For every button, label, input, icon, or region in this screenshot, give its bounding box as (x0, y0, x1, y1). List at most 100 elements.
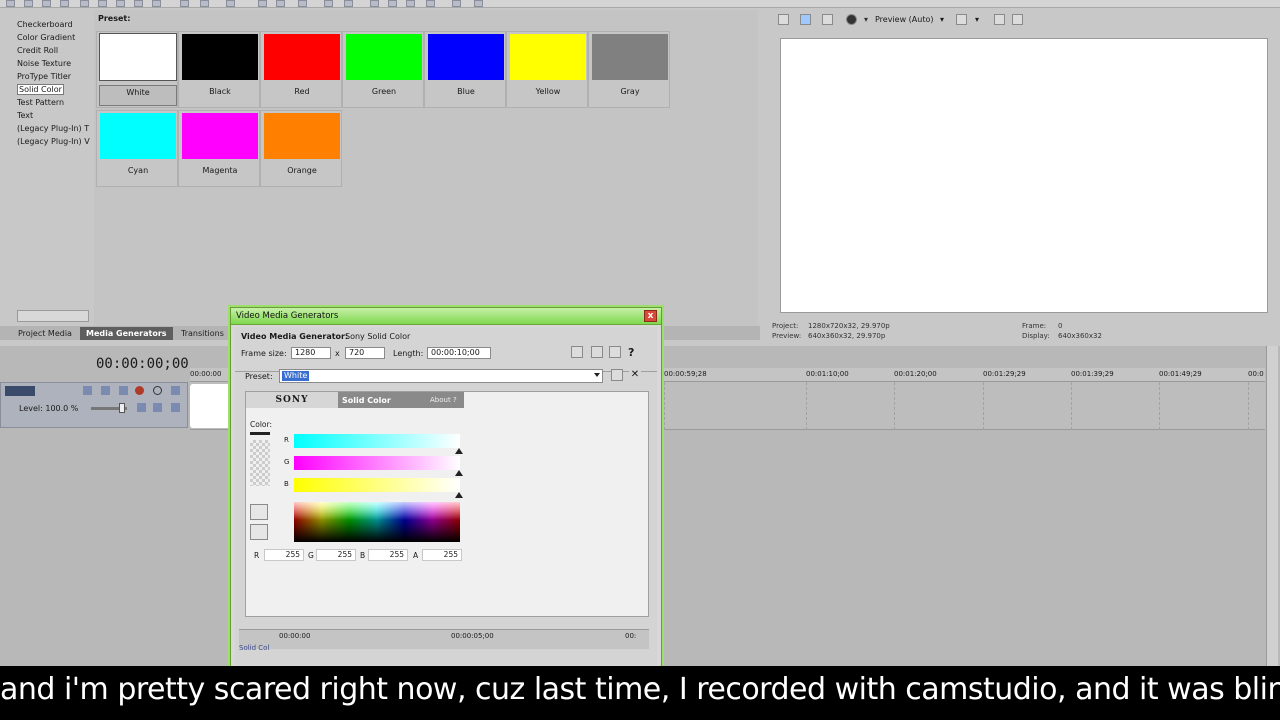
preset-swatch[interactable]: Orange (260, 110, 342, 187)
cut-icon[interactable] (98, 0, 107, 7)
blue-channel-slider[interactable] (294, 478, 460, 492)
mute-icon[interactable] (153, 386, 162, 395)
tree-item[interactable]: Checkerboard (17, 19, 91, 31)
about-button[interactable]: About ? (430, 396, 457, 404)
make-compositing-parent-icon[interactable] (171, 403, 180, 412)
solid-color-clip[interactable] (190, 384, 230, 428)
color-picker-icon[interactable] (250, 504, 268, 520)
project-settings-icon[interactable] (778, 14, 789, 25)
dialog-titlebar[interactable]: Video Media Generators x (231, 308, 661, 325)
tree-item[interactable]: Text (17, 110, 91, 122)
whats-this-icon[interactable] (474, 0, 483, 7)
tab-project-media[interactable]: Project Media (12, 327, 78, 340)
tree-item[interactable]: Noise Texture (17, 58, 91, 70)
preset-swatch[interactable]: Gray (588, 31, 670, 108)
ruler-time-label: 00:01:39;29 (1071, 370, 1114, 378)
paste-icon[interactable] (134, 0, 143, 7)
chevron-down-icon[interactable]: ▾ (864, 15, 868, 24)
tree-horizontal-scrollbar[interactable] (17, 310, 89, 322)
preset-swatch[interactable]: Black (178, 31, 260, 108)
timeline-vertical-scrollbar[interactable] (1266, 346, 1278, 666)
red-slider-thumb[interactable] (455, 448, 463, 454)
copy-icon[interactable] (116, 0, 125, 7)
green-slider-thumb[interactable] (455, 470, 463, 476)
preset-swatch[interactable]: Yellow (506, 31, 588, 108)
envelope-icon[interactable] (276, 0, 285, 7)
preset-swatch[interactable]: Cyan (96, 110, 178, 187)
ripple-icon[interactable] (344, 0, 353, 7)
g-value-input[interactable]: 255 (316, 549, 356, 561)
open-icon[interactable] (24, 0, 33, 7)
chevron-down-icon[interactable] (594, 373, 600, 377)
frame-height-input[interactable]: 720 (345, 347, 385, 359)
save-preset-icon[interactable] (611, 369, 623, 381)
a-value-input[interactable]: 255 (422, 549, 462, 561)
properties-icon[interactable] (591, 346, 603, 358)
new-icon[interactable] (6, 0, 15, 7)
delete-icon[interactable] (152, 0, 161, 7)
blue-slider-thumb[interactable] (455, 492, 463, 498)
r-value-input[interactable]: 255 (264, 549, 304, 561)
motion-icon[interactable] (83, 386, 92, 395)
tab-media-generators[interactable]: Media Generators (80, 327, 173, 340)
delete-preset-icon[interactable]: ✕ (629, 369, 641, 381)
length-input[interactable]: 00:00:10;00 (427, 347, 491, 359)
undo-icon[interactable] (180, 0, 189, 7)
preset-swatch[interactable]: Red (260, 31, 342, 108)
tree-item[interactable]: (Legacy Plug-In) T (17, 123, 91, 135)
tab-transitions[interactable]: Transitions (175, 327, 230, 340)
save-icon[interactable] (571, 346, 583, 358)
frame-width-input[interactable]: 1280 (291, 347, 331, 359)
preset-dropdown[interactable]: White (279, 369, 603, 383)
auto-crossfade-icon[interactable] (324, 0, 333, 7)
compositing-mode-icon[interactable] (137, 403, 146, 412)
gear-icon[interactable] (135, 386, 144, 395)
chevron-down-icon[interactable]: ▾ (975, 15, 979, 24)
plugin-chain-icon[interactable] (609, 346, 621, 358)
preset-swatch[interactable]: Blue (424, 31, 506, 108)
solo-icon[interactable] (171, 386, 180, 395)
snap-icon[interactable] (298, 0, 307, 7)
close-icon[interactable]: x (644, 310, 657, 322)
lock-icon[interactable] (426, 0, 435, 7)
overlays-icon[interactable] (956, 14, 967, 25)
color-spectrum[interactable] (294, 502, 460, 542)
history-icon[interactable] (226, 0, 235, 7)
ignore-grouping-icon[interactable] (388, 0, 397, 7)
lock-envelopes-icon[interactable] (370, 0, 379, 7)
save-icon[interactable] (42, 0, 51, 7)
online-help-icon[interactable] (452, 0, 461, 7)
preview-fx-icon[interactable] (822, 14, 833, 25)
eyedropper-icon[interactable] (250, 524, 268, 540)
auto-ripple-icon[interactable] (406, 0, 415, 7)
preset-swatch[interactable]: White (96, 31, 178, 108)
red-channel-slider[interactable] (294, 434, 460, 448)
save-snapshot-icon[interactable] (1012, 14, 1023, 25)
level-slider-handle[interactable] (119, 403, 125, 413)
help-icon[interactable]: ? (628, 346, 634, 359)
dialog-keyframe-timeline[interactable]: 00:00:00 00:00:05;00 00: Solid Col (239, 629, 649, 652)
render-icon[interactable] (80, 0, 89, 7)
copy-snapshot-icon[interactable] (994, 14, 1005, 25)
preset-swatch[interactable]: Magenta (178, 110, 260, 187)
video-track-header[interactable]: Level: 100.0 % (0, 382, 188, 428)
green-channel-slider[interactable] (294, 456, 460, 470)
tree-item[interactable]: Solid Color (17, 84, 91, 96)
make-compositing-child-icon[interactable] (153, 403, 162, 412)
preset-swatch[interactable]: Green (342, 31, 424, 108)
properties-icon[interactable] (60, 0, 69, 7)
redo-icon[interactable] (200, 0, 209, 7)
tree-item[interactable]: Credit Roll (17, 45, 91, 57)
normal-edit-icon[interactable] (258, 0, 267, 7)
tree-item[interactable]: Test Pattern (17, 97, 91, 109)
tree-item[interactable]: Color Gradient (17, 32, 91, 44)
tree-item[interactable]: ProType Titler (17, 71, 91, 83)
chevron-down-icon[interactable]: ▾ (940, 15, 944, 24)
track-fx-icon[interactable] (119, 386, 128, 395)
preview-quality-dropdown[interactable]: Preview (Auto) (875, 15, 934, 24)
tree-item[interactable]: (Legacy Plug-In) V (17, 136, 91, 148)
b-value-input[interactable]: 255 (368, 549, 408, 561)
compositing-icon[interactable] (101, 386, 110, 395)
external-monitor-icon[interactable] (800, 14, 811, 25)
split-screen-icon[interactable] (846, 14, 857, 25)
